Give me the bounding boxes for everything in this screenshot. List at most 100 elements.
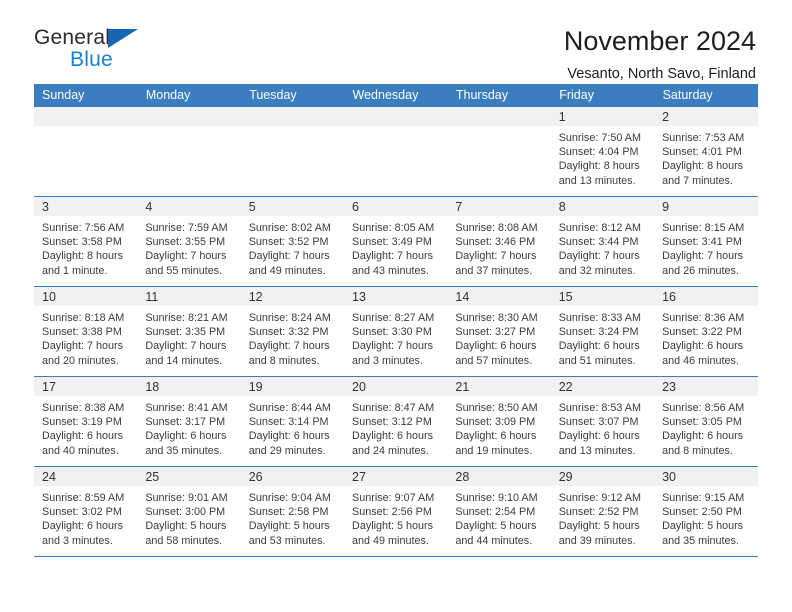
logo[interactable]: General Blue [34, 26, 154, 80]
sunrise-text: Sunrise: 8:41 AM [145, 402, 228, 414]
weekday-header-wednesday: Wednesday [344, 84, 448, 107]
calendar-day-cell[interactable]: 2 Sunrise: 7:53 AM Sunset: 4:01 PM Daylight… [654, 107, 758, 197]
day-number: 7 [447, 197, 551, 216]
sunset-text: Sunset: 3:46 PM [455, 236, 536, 249]
day-number: 29 [550, 467, 655, 486]
day-details: Sunrise: 8:33 AM Sunset: 3:24 PM Daylight:… [551, 306, 654, 368]
day-number: 4 [137, 197, 241, 216]
day-cell-content: 15 Sunrise: 8:33 AM Sunset: 3:24 PM Dayligh… [550, 287, 655, 376]
calendar-day-cell[interactable]: 10 Sunrise: 8:18 AM Sunset: 3:38 PM Dayligh… [34, 286, 138, 377]
calendar-day-cell[interactable]: 22 Sunrise: 8:53 AM Sunset: 3:07 PM Dayligh… [550, 376, 655, 467]
day-details: Sunrise: 8:47 AM Sunset: 3:12 PM Daylight:… [344, 396, 447, 458]
calendar-week-row: 3 Sunrise: 7:56 AM Sunset: 3:58 PM Daylight… [34, 196, 758, 287]
daylight-text-line1: Daylight: 6 hours [455, 340, 537, 353]
calendar-day-cell[interactable]: 20 Sunrise: 8:47 AM Sunset: 3:12 PM Dayligh… [344, 376, 448, 467]
day-number: 27 [344, 467, 448, 486]
day-details: Sunrise: 7:53 AM Sunset: 4:01 PM Daylight:… [654, 126, 757, 188]
day-details: Sunrise: 8:41 AM Sunset: 3:17 PM Daylight:… [137, 396, 240, 458]
calendar-day-cell[interactable]: 19 Sunrise: 8:44 AM Sunset: 3:14 PM Dayligh… [240, 376, 345, 467]
calendar-day-cell[interactable]: 25 Sunrise: 9:01 AM Sunset: 3:00 PM Dayligh… [137, 466, 241, 557]
sunset-text: Sunset: 3:55 PM [145, 236, 226, 249]
calendar-day-cell[interactable]: 12 Sunrise: 8:24 AM Sunset: 3:32 PM Dayligh… [240, 286, 345, 377]
day-cell-content: 16 Sunrise: 8:36 AM Sunset: 3:22 PM Dayligh… [654, 287, 758, 376]
daylight-text-line2: and 49 minutes. [248, 264, 326, 277]
daylight-text-line2: and 46 minutes. [662, 354, 739, 367]
calendar-day-cell[interactable]: 27 Sunrise: 9:07 AM Sunset: 2:56 PM Dayligh… [344, 466, 448, 557]
calendar-day-cell[interactable]: 30 Sunrise: 9:15 AM Sunset: 2:50 PM Dayligh… [654, 466, 758, 557]
calendar-day-cell[interactable]: 5 Sunrise: 8:02 AM Sunset: 3:52 PM Daylight… [240, 196, 345, 287]
sunrise-text: Sunrise: 9:07 AM [352, 492, 435, 504]
sunrise-text: Sunrise: 8:50 AM [455, 402, 538, 414]
calendar-day-cell[interactable]: 26 Sunrise: 9:04 AM Sunset: 2:58 PM Dayligh… [240, 466, 345, 557]
calendar-day-cell[interactable] [447, 107, 551, 197]
calendar-day-cell[interactable]: 16 Sunrise: 8:36 AM Sunset: 3:22 PM Dayligh… [654, 286, 758, 377]
daylight-text-line1: Daylight: 7 hours [352, 340, 434, 353]
calendar-day-cell[interactable]: 1 Sunrise: 7:50 AM Sunset: 4:04 PM Daylight… [550, 107, 655, 197]
calendar-day-cell[interactable]: 11 Sunrise: 8:21 AM Sunset: 3:35 PM Dayligh… [137, 286, 241, 377]
day-number: 9 [654, 197, 758, 216]
calendar-day-cell[interactable]: 28 Sunrise: 9:10 AM Sunset: 2:54 PM Dayligh… [447, 466, 551, 557]
daylight-text-line2: and 26 minutes. [662, 264, 739, 277]
calendar-day-cell[interactable]: 9 Sunrise: 8:15 AM Sunset: 3:41 PM Daylight… [654, 196, 758, 287]
day-number: 30 [654, 467, 758, 486]
page-header: General Blue November 2024 Vesanto, Nort… [34, 0, 758, 82]
daylight-text-line1: Daylight: 5 hours [145, 520, 227, 533]
daylight-text-line2: and 35 minutes. [662, 534, 739, 547]
daylight-text-line1: Daylight: 5 hours [662, 520, 744, 533]
day-details: Sunrise: 9:12 AM Sunset: 2:52 PM Daylight:… [551, 486, 654, 548]
calendar-day-cell[interactable]: 6 Sunrise: 8:05 AM Sunset: 3:49 PM Daylight… [344, 196, 448, 287]
calendar-day-cell[interactable]: 18 Sunrise: 8:41 AM Sunset: 3:17 PM Dayligh… [137, 376, 241, 467]
sunrise-text: Sunrise: 9:10 AM [455, 492, 538, 504]
calendar-day-cell[interactable] [344, 107, 448, 197]
weekday-header-tuesday: Tuesday [240, 84, 345, 107]
calendar-day-cell[interactable]: 8 Sunrise: 8:12 AM Sunset: 3:44 PM Daylight… [550, 196, 655, 287]
sunrise-text: Sunrise: 8:27 AM [352, 312, 435, 324]
calendar-week-row: 24 Sunrise: 8:59 AM Sunset: 3:02 PM Dayligh… [34, 466, 758, 557]
calendar-day-cell[interactable]: 13 Sunrise: 8:27 AM Sunset: 3:30 PM Dayligh… [344, 286, 448, 377]
calendar-day-cell[interactable]: 3 Sunrise: 7:56 AM Sunset: 3:58 PM Daylight… [34, 196, 138, 287]
daylight-text-line2: and 19 minutes. [455, 444, 533, 457]
daylight-text-line1: Daylight: 7 hours [662, 250, 744, 263]
day-details [137, 126, 240, 131]
daylight-text-line2: and 29 minutes. [248, 444, 326, 457]
day-cell-content: 21 Sunrise: 8:50 AM Sunset: 3:09 PM Dayligh… [447, 377, 551, 466]
calendar-day-cell[interactable] [240, 107, 345, 197]
daylight-text-line1: Daylight: 6 hours [558, 340, 640, 353]
daylight-text-line2: and 49 minutes. [352, 534, 429, 547]
calendar-day-cell[interactable]: 23 Sunrise: 8:56 AM Sunset: 3:05 PM Dayligh… [654, 376, 758, 467]
calendar-day-cell[interactable]: 4 Sunrise: 7:59 AM Sunset: 3:55 PM Daylight… [137, 196, 241, 287]
sunrise-text: Sunrise: 7:50 AM [558, 132, 641, 144]
sunset-text: Sunset: 3:27 PM [455, 326, 536, 339]
calendar-day-cell[interactable]: 21 Sunrise: 8:50 AM Sunset: 3:09 PM Dayligh… [447, 376, 551, 467]
calendar-day-cell[interactable] [34, 107, 138, 197]
day-cell-content: 29 Sunrise: 9:12 AM Sunset: 2:52 PM Dayligh… [550, 467, 655, 556]
day-cell-content: 26 Sunrise: 9:04 AM Sunset: 2:58 PM Dayligh… [240, 467, 345, 556]
sunset-text: Sunset: 3:32 PM [248, 326, 329, 339]
calendar-week-row: 10 Sunrise: 8:18 AM Sunset: 3:38 PM Dayligh… [34, 286, 758, 377]
day-cell-content [447, 107, 551, 196]
calendar-day-cell[interactable]: 7 Sunrise: 8:08 AM Sunset: 3:46 PM Daylight… [447, 196, 551, 287]
day-number: 18 [137, 377, 241, 396]
sunset-text: Sunset: 3:00 PM [145, 506, 226, 519]
daylight-text-line1: Daylight: 7 hours [42, 340, 124, 353]
calendar-day-cell[interactable]: 14 Sunrise: 8:30 AM Sunset: 3:27 PM Dayligh… [447, 286, 551, 377]
calendar-day-cell[interactable]: 17 Sunrise: 8:38 AM Sunset: 3:19 PM Dayligh… [34, 376, 138, 467]
day-number: 22 [550, 377, 655, 396]
day-details: Sunrise: 8:21 AM Sunset: 3:35 PM Daylight:… [137, 306, 240, 368]
calendar-day-cell[interactable]: 15 Sunrise: 8:33 AM Sunset: 3:24 PM Dayligh… [550, 286, 655, 377]
day-number: 24 [34, 467, 138, 486]
sunrise-text: Sunrise: 8:05 AM [352, 222, 435, 234]
day-cell-content: 22 Sunrise: 8:53 AM Sunset: 3:07 PM Dayligh… [550, 377, 655, 466]
day-number: 2 [654, 107, 758, 126]
daylight-text-line2: and 55 minutes. [145, 264, 223, 277]
daylight-text-line1: Daylight: 8 hours [662, 160, 744, 173]
day-cell-content: 24 Sunrise: 8:59 AM Sunset: 3:02 PM Dayligh… [34, 467, 138, 556]
sunset-text: Sunset: 2:54 PM [455, 506, 536, 519]
daylight-text-line1: Daylight: 6 hours [352, 430, 434, 443]
calendar-day-cell[interactable] [137, 107, 241, 197]
day-number: 21 [447, 377, 551, 396]
day-details: Sunrise: 7:56 AM Sunset: 3:58 PM Daylight:… [34, 216, 137, 278]
calendar-day-cell[interactable]: 29 Sunrise: 9:12 AM Sunset: 2:52 PM Dayligh… [550, 466, 655, 557]
sunset-text: Sunset: 3:52 PM [248, 236, 329, 249]
calendar-day-cell[interactable]: 24 Sunrise: 8:59 AM Sunset: 3:02 PM Dayligh… [34, 466, 138, 557]
